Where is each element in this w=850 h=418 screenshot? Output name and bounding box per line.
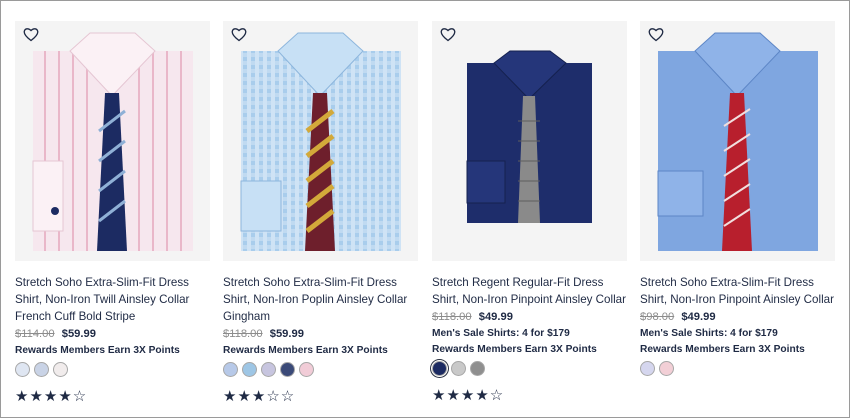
sale-price: $59.99	[61, 328, 96, 340]
shirt-image	[240, 32, 401, 251]
color-swatches	[640, 361, 835, 379]
rewards-text: Rewards Members Earn 3X Points	[223, 345, 388, 356]
product-card[interactable]: Stretch Soho Extra-Slim-Fit Dress Shirt,…	[15, 21, 210, 405]
star-rating[interactable]: ★★★★☆	[15, 389, 210, 405]
color-swatch[interactable]	[299, 362, 314, 377]
product-title[interactable]: Stretch Regent Regular-Fit Dress Shirt, …	[432, 274, 632, 308]
shirt-image	[466, 50, 592, 223]
product-card[interactable]: Stretch Regent Regular-Fit Dress Shirt, …	[432, 21, 627, 404]
heart-outline-icon[interactable]	[440, 27, 456, 42]
product-card[interactable]: Stretch Soho Extra-Slim-Fit Dress Shirt,…	[223, 21, 418, 405]
product-image[interactable]	[15, 21, 210, 261]
rewards-text: Rewards Members Earn 3X Points	[640, 344, 805, 355]
product-title[interactable]: Stretch Soho Extra-Slim-Fit Dress Shirt,…	[15, 274, 215, 325]
rewards-text: Rewards Members Earn 3X Points	[15, 345, 180, 356]
product-image[interactable]	[432, 21, 627, 261]
price-row: $114.00 $59.99	[15, 326, 210, 343]
color-swatches	[223, 362, 418, 380]
color-swatches	[15, 362, 210, 380]
promo-text: Men's Sale Shirts: 4 for $179	[640, 328, 778, 339]
original-price: $118.00	[432, 311, 472, 323]
color-swatch[interactable]	[470, 361, 485, 376]
product-title[interactable]: Stretch Soho Extra-Slim-Fit Dress Shirt,…	[640, 274, 840, 308]
product-title[interactable]: Stretch Soho Extra-Slim-Fit Dress Shirt,…	[223, 274, 423, 325]
rewards-text: Rewards Members Earn 3X Points	[432, 344, 597, 355]
sale-price: $49.99	[681, 311, 716, 323]
price-row: $98.00 $49.99	[640, 309, 835, 326]
product-image[interactable]	[223, 21, 418, 261]
star-rating[interactable]: ★★★★☆	[432, 388, 627, 404]
promo-text: Men's Sale Shirts: 4 for $179	[432, 328, 570, 339]
original-price: $118.00	[223, 328, 263, 340]
product-image[interactable]	[640, 21, 835, 261]
color-swatch[interactable]	[659, 361, 674, 376]
shirt-image	[32, 32, 193, 251]
color-swatch[interactable]	[242, 362, 257, 377]
heart-outline-icon[interactable]	[23, 27, 39, 42]
star-rating[interactable]: ★★★☆☆	[223, 389, 418, 405]
product-grid: Stretch Soho Extra-Slim-Fit Dress Shirt,…	[0, 0, 850, 418]
shirt-image	[657, 32, 818, 251]
color-swatch[interactable]	[432, 361, 447, 376]
price-row: $118.00 $49.99	[432, 309, 627, 326]
sale-price: $59.99	[269, 328, 304, 340]
original-price: $98.00	[640, 311, 675, 323]
color-swatch[interactable]	[451, 361, 466, 376]
color-swatches	[432, 361, 627, 379]
color-swatch[interactable]	[261, 362, 276, 377]
color-swatch[interactable]	[34, 362, 49, 377]
original-price: $114.00	[15, 328, 55, 340]
color-swatch[interactable]	[15, 362, 30, 377]
color-swatch[interactable]	[640, 361, 655, 376]
heart-outline-icon[interactable]	[231, 27, 247, 42]
price-row: $118.00 $59.99	[223, 326, 418, 343]
color-swatch[interactable]	[53, 362, 68, 377]
sale-price: $49.99	[478, 311, 513, 323]
heart-outline-icon[interactable]	[648, 27, 664, 42]
color-swatch[interactable]	[223, 362, 238, 377]
color-swatch[interactable]	[280, 362, 295, 377]
product-card[interactable]: Stretch Soho Extra-Slim-Fit Dress Shirt,…	[640, 21, 835, 379]
